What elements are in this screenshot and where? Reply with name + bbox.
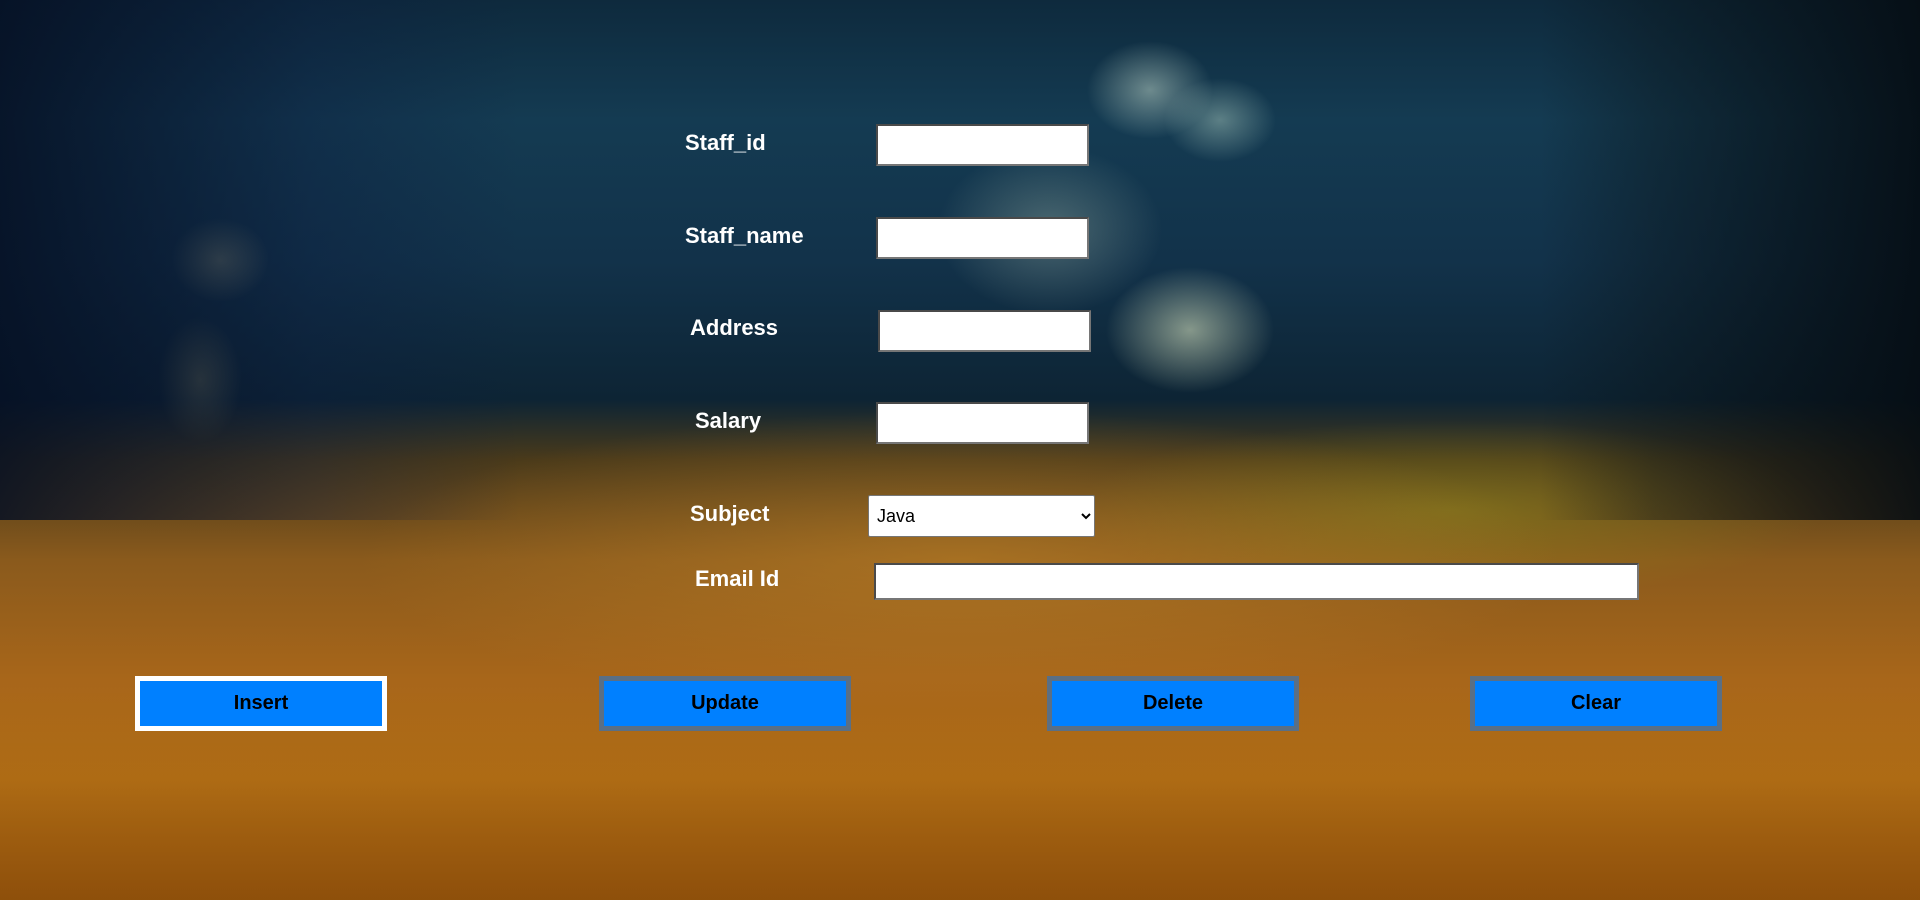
staff-id-input[interactable] [876,124,1089,166]
background-shade-right [1540,0,1920,520]
address-input[interactable] [878,310,1091,352]
staff-name-input[interactable] [876,217,1089,259]
insert-button[interactable]: Insert [135,676,387,731]
email-label: Email Id [695,566,780,591]
clear-button[interactable]: Clear [1470,676,1722,731]
subject-label: Subject [690,501,770,526]
staff-name-label: Staff_name [685,223,804,248]
delete-button[interactable]: Delete [1047,676,1299,731]
background-shade-left [0,0,520,520]
email-input[interactable] [874,563,1639,600]
address-label: Address [690,315,779,340]
salary-input[interactable] [876,402,1089,444]
staff-id-label: Staff_id [685,130,766,155]
update-button[interactable]: Update [599,676,851,731]
subject-select[interactable]: Java [868,495,1095,537]
salary-label: Salary [695,408,762,433]
